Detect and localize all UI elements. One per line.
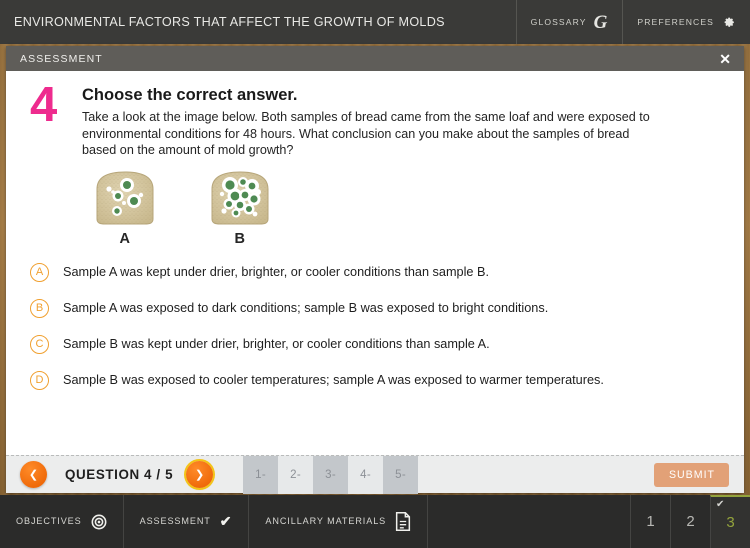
page-button-3-label: 3	[726, 514, 735, 531]
bread-slice-with-many-mold-spots	[202, 169, 278, 227]
bottom-item-assessment[interactable]: ASSESSMENT ✔	[124, 495, 250, 548]
page-title: ENVIRONMENTAL FACTORS THAT AFFECT THE GR…	[14, 14, 445, 29]
glossary-g-icon: g	[593, 11, 609, 33]
bottom-item-objectives-label: OBJECTIVES	[16, 516, 82, 526]
answer-text-b: Sample A was exposed to dark conditions;…	[63, 300, 549, 315]
bottom-item-objectives[interactable]: OBJECTIVES	[0, 495, 124, 548]
answer-option-b[interactable]: B Sample A was exposed to dark condition…	[30, 298, 724, 318]
bottom-spacer	[428, 495, 630, 548]
glossary-button-label: GLOSSARY	[530, 17, 587, 27]
question-nav-strip: ❮ QUESTION 4 / 5 ❯ 1- 2- 3- 4- 5- SUBMIT	[6, 455, 744, 494]
chevron-left-icon[interactable]: ❮	[20, 461, 47, 488]
answer-text-c: Sample B was kept under drier, brighter,…	[63, 336, 490, 351]
close-x-icon[interactable]: ✕	[716, 50, 734, 68]
check-icon: ✔	[219, 513, 233, 529]
gear-icon	[721, 15, 736, 30]
modal-title: ASSESSMENT	[20, 52, 103, 65]
bottom-item-ancillary-materials-label: ANCILLARY MATERIALS	[265, 516, 387, 526]
submit-button[interactable]: SUBMIT	[653, 462, 729, 487]
modal-header: ASSESSMENT ✕	[6, 46, 744, 71]
answer-bubble-d[interactable]: D	[30, 370, 49, 390]
page-button-1[interactable]: 1	[630, 495, 670, 548]
bread-label-b: B	[234, 230, 246, 247]
question-tab-5[interactable]: 5-	[383, 455, 419, 494]
answer-bubble-c[interactable]: C	[30, 334, 49, 354]
bread-slice-with-few-mold-spots	[87, 169, 163, 227]
question-tabs: 1- 2- 3- 4- 5-	[243, 455, 419, 494]
page-button-3[interactable]: ✔ 3	[710, 495, 750, 548]
document-icon	[395, 512, 411, 531]
chevron-right-icon[interactable]: ❯	[186, 461, 214, 488]
preferences-button[interactable]: PREFERENCES	[622, 0, 750, 44]
question-header-row: 4 Choose the correct answer. Take a look…	[6, 71, 744, 247]
question-counter-label: QUESTION 4 / 5	[65, 467, 174, 482]
question-tab-3[interactable]: 3-	[313, 455, 349, 494]
question-instruction: Choose the correct answer.	[82, 86, 298, 104]
target-icon	[91, 514, 107, 530]
glossary-button[interactable]: GLOSSARY g	[515, 0, 623, 44]
question-tab-1[interactable]: 1-	[243, 455, 279, 494]
page-complete-check-icon: ✔	[716, 499, 725, 510]
top-header-bar: ENVIRONMENTAL FACTORS THAT AFFECT THE GR…	[0, 0, 750, 44]
question-content: Choose the correct answer. Take a look a…	[82, 85, 724, 247]
preferences-button-label: PREFERENCES	[637, 17, 714, 27]
bread-sample-a: A	[87, 169, 163, 247]
bread-sample-b: B	[202, 169, 278, 247]
answer-bubble-a[interactable]: A	[30, 262, 49, 282]
app-root: ENVIRONMENTAL FACTORS THAT AFFECT THE GR…	[0, 0, 750, 548]
question-number: 4	[30, 78, 57, 132]
answer-text-a: Sample A was kept under drier, brighter,…	[63, 264, 489, 279]
page-button-2[interactable]: 2	[670, 495, 710, 548]
question-tab-4[interactable]: 4-	[348, 455, 384, 494]
answer-option-a[interactable]: A Sample A was kept under drier, brighte…	[30, 262, 724, 282]
bottom-item-assessment-label: ASSESSMENT	[139, 516, 211, 526]
bottom-toolbar: OBJECTIVES ASSESSMENT ✔ ANCILLARY MATERI…	[0, 495, 750, 548]
answer-bubble-b[interactable]: B	[30, 298, 49, 318]
assessment-modal: ASSESSMENT ✕ 4 Choose the correct answer…	[6, 46, 744, 494]
question-tab-2[interactable]: 2-	[278, 455, 314, 494]
answer-option-c[interactable]: C Sample B was kept under drier, brighte…	[30, 334, 724, 354]
bread-label-a: A	[119, 230, 131, 247]
bread-figure: A B	[82, 159, 724, 247]
answer-options-list: A Sample A was kept under drier, brighte…	[6, 247, 744, 390]
modal-body: 4 Choose the correct answer. Take a look…	[6, 71, 744, 455]
question-prompt: Take a look at the image below. Both sam…	[82, 110, 650, 158]
bottom-item-ancillary-materials[interactable]: ANCILLARY MATERIALS	[249, 495, 429, 548]
answer-option-d[interactable]: D Sample B was exposed to cooler tempera…	[30, 370, 724, 390]
answer-text-d: Sample B was exposed to cooler temperatu…	[63, 372, 604, 387]
